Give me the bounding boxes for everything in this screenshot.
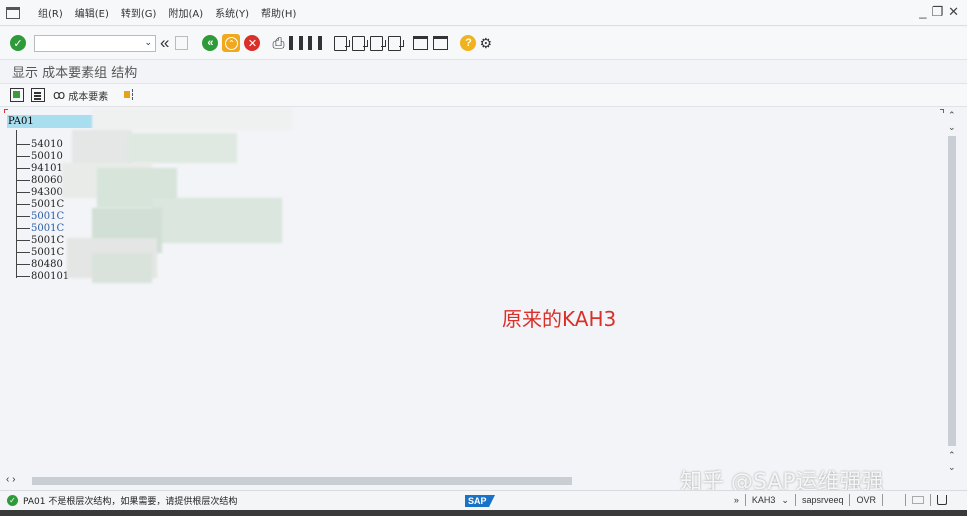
application-toolbar: ꝏ 成本要素 [0, 83, 967, 107]
lock-icon [937, 495, 947, 505]
display-glasses-icon[interactable]: ꝏ [53, 88, 65, 102]
menu-help[interactable]: 帮助(H) [261, 5, 296, 20]
save-icon[interactable] [175, 36, 189, 50]
enter-check-icon[interactable]: ✓ [10, 35, 26, 51]
command-field[interactable]: ⌄ [34, 34, 156, 52]
status-nav-icon[interactable]: » [734, 495, 739, 505]
command-dropdown-icon[interactable]: ⌄ [144, 37, 152, 48]
previous-page-icon[interactable] [352, 35, 369, 51]
tree-area: PA01 54010 50010 94101 80060 94300 5001C… [2, 108, 946, 475]
collapse-left-icon[interactable]: « [160, 33, 169, 53]
find-next-icon[interactable] [308, 36, 323, 50]
new-session-icon[interactable] [413, 36, 429, 50]
tree-node[interactable]: 5001C [16, 223, 64, 234]
hierarchy-icon[interactable] [124, 88, 138, 102]
vertical-scrollbar[interactable]: ⌃ ⌄ ⌃ ⌄ [946, 108, 958, 473]
scroll-down-small-icon[interactable]: ⌄ [948, 122, 956, 133]
corner-marker [940, 109, 944, 113]
menu-extras[interactable]: 附加(A) [168, 5, 203, 20]
command-input[interactable] [35, 35, 139, 51]
tree-node[interactable]: 800101 [16, 271, 69, 282]
transaction-code[interactable]: KAH3 [752, 495, 776, 505]
scroll-up-icon[interactable]: ⌃ [948, 110, 956, 121]
tree-node[interactable]: 94101 [16, 163, 63, 174]
last-page-icon[interactable] [388, 35, 405, 51]
status-bar: ✓ PA01 不是根层次结构，如果需要，请提供根层次结构 SAP » KAH3 … [0, 490, 967, 510]
server-name: sapsrveeq [801, 495, 844, 505]
separator [905, 494, 906, 506]
tree-node[interactable]: 5001C [16, 247, 64, 258]
back-icon[interactable]: « [202, 35, 219, 51]
annotation-label: 原来的KAH3 [502, 307, 617, 331]
tree-node[interactable]: 80480 [16, 259, 63, 270]
create-shortcut-icon[interactable] [433, 36, 449, 50]
success-check-icon: ✓ [7, 495, 18, 506]
tree-node[interactable]: 5001C [16, 235, 64, 246]
system-menu-icon[interactable] [6, 6, 20, 19]
cancel-icon[interactable]: ✕ [244, 35, 261, 51]
tree-node[interactable]: 80060 [16, 175, 63, 186]
system-info: » KAH3 ⌄ sapsrveeq OVR [734, 494, 947, 506]
scroll-left-right-icon[interactable]: ‹ › [6, 474, 15, 485]
separator [849, 494, 851, 506]
menu-bar: 组(R) 编辑(E) 转到(G) 附加(A) 系统(Y) 帮助(H) _ ❐ ✕ [0, 0, 967, 26]
sap-logo: SAP [465, 495, 495, 507]
cost-element-button[interactable]: 成本要素 [68, 88, 108, 103]
separator [794, 494, 796, 506]
tree-node[interactable]: 94300 [16, 187, 63, 198]
next-page-icon[interactable] [370, 35, 387, 51]
connection-icon [912, 496, 924, 504]
scroll-up-bottom-icon[interactable]: ⌃ [948, 450, 956, 461]
status-message: PA01 不是根层次结构，如果需要，请提供根层次结构 [23, 497, 238, 507]
menu-edit[interactable]: 编辑(E) [75, 5, 109, 20]
menu-system[interactable]: 系统(Y) [215, 5, 249, 20]
tree-root-node[interactable]: PA01 [7, 115, 95, 128]
vertical-scroll-thumb[interactable] [948, 136, 956, 446]
taskbar-strip [0, 510, 967, 516]
screen-title-bar: 显示 成本要素组 结构 [0, 60, 967, 82]
first-page-icon[interactable] [334, 35, 351, 51]
standard-toolbar: ✓ ⌄ « « ⌃ ✕ ⎙ ? ⚙ [0, 27, 967, 60]
corner-marker [4, 109, 8, 113]
horizontal-scroll-thumb[interactable] [32, 477, 572, 485]
tree-node[interactable]: 54010 [16, 139, 63, 150]
tree-node[interactable]: 5001C [16, 199, 64, 210]
collapse-all-icon[interactable] [31, 88, 45, 102]
help-icon[interactable]: ? [460, 35, 477, 51]
separator [882, 494, 883, 506]
expand-all-icon[interactable] [10, 88, 24, 102]
menu-group[interactable]: 组(R) [38, 5, 63, 20]
separator [744, 494, 746, 506]
scroll-down-icon[interactable]: ⌄ [948, 462, 956, 473]
find-icon[interactable] [289, 36, 304, 50]
exit-icon[interactable]: ⌃ [222, 34, 241, 52]
separator [930, 494, 931, 506]
insert-mode[interactable]: OVR [856, 495, 876, 505]
window-controls: _ ❐ ✕ [919, 4, 959, 20]
print-icon[interactable]: ⎙ [272, 35, 284, 52]
tree-node[interactable]: 5001C [16, 211, 64, 222]
menu-goto[interactable]: 转到(G) [121, 5, 157, 20]
minimize-icon[interactable]: _ [919, 4, 926, 20]
restore-icon[interactable]: ❐ [931, 4, 943, 20]
transaction-dropdown-icon[interactable]: ⌄ [781, 495, 789, 506]
close-window-icon[interactable]: ✕ [948, 4, 959, 20]
page-title: 显示 成本要素组 结构 [12, 65, 138, 81]
tree-node[interactable]: 50010 [16, 151, 63, 162]
settings-gear-icon[interactable]: ⚙ [479, 35, 492, 52]
